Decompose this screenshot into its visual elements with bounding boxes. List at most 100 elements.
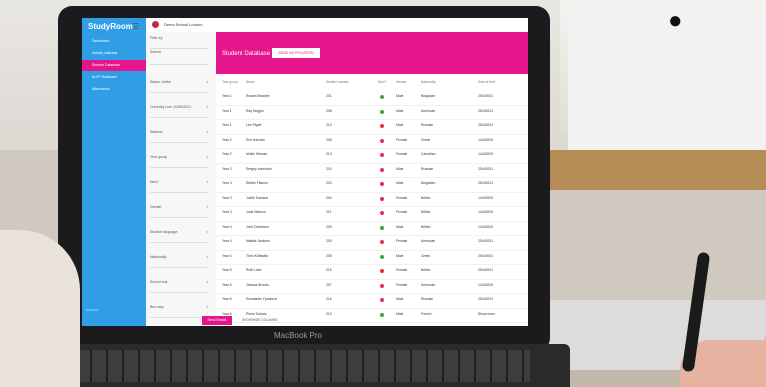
column-header[interactable]: Student number <box>326 80 349 84</box>
table-cell: Jude Watson <box>246 210 266 214</box>
sidebar-footer: SCHOOL <box>86 308 99 312</box>
avatar[interactable] <box>152 21 159 28</box>
table-row[interactable]: Year 3 Stefan Filanov 203 Male Bulgarian 25/4… <box>216 177 528 193</box>
status-dot <box>380 211 384 215</box>
table-row[interactable]: Year 5 Jessica Brooks 207 Female American 14/… <box>216 279 528 294</box>
filter-label: Status: Active <box>150 80 172 84</box>
sidebar-item-alfp-database[interactable]: ALFP Database <box>82 72 146 83</box>
laptop-keyboard <box>60 350 530 382</box>
chevron-down-icon: ▾ <box>206 80 208 84</box>
table-cell: Show more <box>478 311 496 316</box>
column-header[interactable]: Nationality <box>421 80 436 84</box>
table-cell: Bulgarian <box>421 181 436 185</box>
send-notification-button[interactable]: SEND NOTIFICATION <box>272 48 320 58</box>
column-header[interactable]: Date of birth <box>478 80 495 84</box>
person-arm <box>0 230 80 387</box>
column-header[interactable]: Gender <box>396 80 407 84</box>
table-cell: Russian <box>421 123 434 127</box>
table-cell: Year 2 <box>222 166 232 171</box>
table-row[interactable]: Year 2 Mollie Stewart 213 Female Canadian 14/… <box>216 148 528 164</box>
filter-dropdown[interactable]: New? ▾ <box>150 172 208 193</box>
sidebar-item-student-database[interactable]: Student Database <box>82 60 146 71</box>
app-logo: StudyRoom <box>88 22 133 31</box>
send-emails-button[interactable]: Send Emails <box>202 316 232 325</box>
filter-label: School bus <box>150 280 168 284</box>
status-dot <box>380 153 384 157</box>
table-row[interactable]: Year 1 Ray Noggin 208 Male American 25/4/2001 <box>216 105 528 120</box>
filter-dropdown[interactable]: Student language ▾ <box>150 222 208 243</box>
sidebar-item-dashboard[interactable]: Dashboard <box>82 36 146 47</box>
column-header[interactable]: Name <box>246 80 255 84</box>
chevron-down-icon: ▾ <box>206 255 208 259</box>
filter-dropdown[interactable]: Status: Active ▾ <box>150 72 208 93</box>
filter-dropdown[interactable]: Bus stop ▾ <box>150 297 208 318</box>
column-header[interactable]: New? <box>378 80 386 84</box>
table-row[interactable]: Year 2 Sergey Ivanovich 210 Male Russian 25/4… <box>216 163 528 178</box>
filter-label: Stations <box>150 130 163 134</box>
table-cell: Year 5 <box>222 268 232 272</box>
table-row[interactable]: Year 3 Joelle Kamara 204 Female British 14/4/… <box>216 192 528 207</box>
status-dot <box>380 312 384 317</box>
imac-monitor <box>568 6 766 156</box>
table-cell: 25/4/2001 <box>478 253 494 258</box>
status-dot <box>380 138 384 143</box>
table-cell: 25/4/2001 <box>478 166 494 171</box>
table-row[interactable]: Year 5 Ruth Lake 215 Female British 25/4/2001 <box>216 264 528 280</box>
table-row[interactable]: Year 3 Jude Watson 211 Female British 14/4/20… <box>216 206 528 222</box>
table-row[interactable]: Year 4 Theo Kirlikakis 205 Male Greek 25/4/20… <box>216 250 528 265</box>
table-cell: Rowan Bowden <box>246 94 270 98</box>
table-cell: Year 3 <box>222 210 232 214</box>
filter-dropdown[interactable]: Nationality ▾ <box>150 247 208 268</box>
filter-label: Student language <box>150 230 178 234</box>
show-hide-columns-link[interactable]: SHOW/HIDE COLUMNS <box>242 318 277 322</box>
shelf <box>530 150 766 190</box>
table-cell: 209 <box>326 224 332 229</box>
chevron-down-icon: ▾ <box>206 205 208 209</box>
table-cell: Natalie Jackson <box>246 239 270 243</box>
table-cell: Female <box>396 137 408 142</box>
sidebar-item-activity-calendar[interactable]: Activity calendar <box>82 48 146 59</box>
filter-label: Year group <box>150 155 167 159</box>
filter-dropdown[interactable]: Stations ▾ <box>150 122 208 143</box>
laptop-screen: StudyRoom ☰ Dashboard Activity calendar St… <box>82 18 528 326</box>
table-cell: Female <box>396 268 408 272</box>
laptop-brand-label: MacBook Pro <box>273 331 323 340</box>
table-cell: Len Pigott <box>246 123 262 127</box>
table-row[interactable]: Year 2 Eve Hannah 206 Female Greek 14/4/2000 <box>216 134 528 149</box>
table-cell: British <box>421 210 431 214</box>
table-cell: Year 3 <box>222 195 232 200</box>
search-input[interactable]: Search <box>150 50 208 65</box>
table-cell: Year 5 <box>222 297 232 301</box>
table-cell: 25/4/2001 <box>478 108 494 113</box>
table-cell: Male <box>396 108 404 113</box>
sidebar-item-attendance[interactable]: Attendance <box>82 84 146 95</box>
table-cell: Year 6 <box>222 311 232 316</box>
table-row[interactable]: Year 1 Len Pigott 214 Male Russian 25/4/2001 <box>216 119 528 135</box>
table-cell: Year 4 <box>222 239 232 243</box>
table-cell: 25/4/2001 <box>478 94 494 98</box>
filter-dropdown[interactable]: Gender ▾ <box>150 197 208 218</box>
filter-dropdown[interactable]: School bus ▾ <box>150 272 208 293</box>
table-row[interactable]: Year 4 Natalie Jackson 200 Female American 25… <box>216 235 528 251</box>
student-table: Year group Name Student number New? Gender Na… <box>216 74 528 326</box>
table-cell: Ruth Lake <box>246 268 262 272</box>
filter-label: Currently Live: 20/05/2021 <box>150 105 192 109</box>
hamburger-menu-icon[interactable]: ☰ <box>132 22 139 31</box>
filter-panel: Filter by Search Status: Active ▾ Currentl… <box>146 32 216 326</box>
table-row[interactable]: Year 5 Konstantin Fyodorov 216 Male Russian 2… <box>216 293 528 309</box>
table-cell: American <box>421 282 436 287</box>
status-dot <box>380 196 384 201</box>
table-cell: 211 <box>326 210 332 214</box>
table-cell: Stefan Filanov <box>246 181 268 185</box>
filter-dropdown[interactable]: Currently Live: 20/05/2021 ▾ <box>150 97 208 118</box>
filter-dropdown[interactable]: Year group ▾ <box>150 147 208 168</box>
table-cell: Russian <box>421 297 434 301</box>
column-header[interactable]: Year group <box>222 80 237 84</box>
table-cell: Male <box>396 311 404 316</box>
table-cell: 201 <box>326 94 332 98</box>
table-cell: Male <box>396 253 404 258</box>
table-cell: Pierre Dubois <box>246 311 267 316</box>
table-row[interactable]: Year 4 John Dickinson 209 Male British 14/4/2… <box>216 221 528 236</box>
table-row[interactable]: Year 1 Rowan Bowden 201 Male Bulgarian 25/4/2… <box>216 90 528 106</box>
table-cell: Joelle Kamara <box>246 195 268 200</box>
